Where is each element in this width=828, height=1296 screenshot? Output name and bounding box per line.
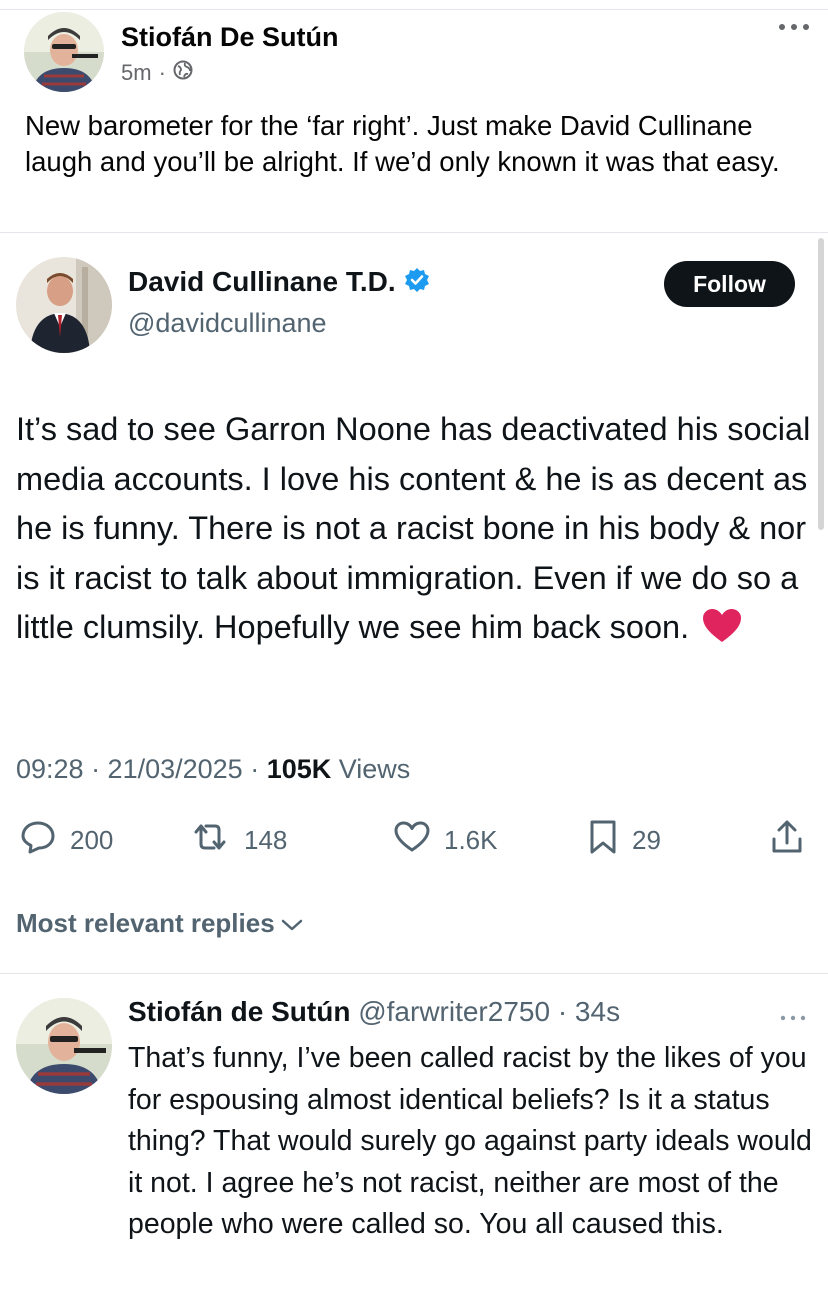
tweet-views-count: 105K — [266, 754, 332, 784]
reply-handle-time[interactable]: @farwriter2750 · 34s — [350, 996, 620, 1027]
tweet-body: It’s sad to see Garron Noone has deactiv… — [16, 411, 811, 645]
tweet-meta: 09:28 · 21/03/2025 · 105K Views — [16, 754, 410, 785]
tweet-author-handle[interactable]: @davidcullinane — [128, 308, 327, 339]
chevron-down-icon — [281, 908, 303, 939]
bookmark-button[interactable]: 29 — [588, 818, 661, 862]
reply-text: That’s funny, I’ve been called racist by… — [128, 1042, 812, 1240]
reply-count: 200 — [70, 824, 114, 855]
tweet-views-label: Views — [331, 754, 411, 784]
retweet-button[interactable]: 148 — [190, 818, 287, 862]
retweet-count: 148 — [244, 824, 288, 855]
follow-button[interactable]: Follow — [664, 261, 795, 307]
like-count: 1.6K — [444, 824, 498, 855]
reply-icon — [20, 820, 56, 861]
tweet-author-avatar[interactable] — [16, 257, 112, 353]
share-button[interactable] — [770, 818, 804, 862]
top-divider — [0, 0, 828, 10]
fb-meta-separator: · — [158, 60, 166, 85]
verified-badge-icon — [404, 267, 430, 298]
replies-sort-label: Most relevant replies — [16, 908, 275, 938]
scrollbar[interactable] — [818, 238, 824, 530]
fb-author-avatar[interactable] — [24, 12, 104, 92]
bookmark-icon — [588, 819, 618, 862]
tweet-author-row: David Cullinane T.D. — [128, 266, 430, 298]
fb-post-time[interactable]: 5m — [121, 60, 152, 86]
retweet-icon — [190, 820, 230, 861]
reply-button[interactable]: 200 — [20, 818, 113, 862]
reply-author-avatar[interactable] — [16, 998, 112, 1094]
more-options-icon[interactable] — [774, 20, 814, 34]
fb-post-text: New barometer for the ‘far right’. Just … — [25, 110, 780, 177]
fb-post-header: Stiofán De Sutún 5m · — [24, 12, 814, 92]
reply-author-name[interactable]: Stiofán de Sutún — [128, 996, 350, 1027]
reply-header: Stiofán de Sutún @farwriter2750 · 34s — [128, 996, 620, 1028]
like-button[interactable]: 1.6K — [394, 818, 498, 862]
tweet-author-name[interactable]: David Cullinane T.D. — [128, 266, 396, 298]
replies-sort-dropdown[interactable]: Most relevant replies — [16, 908, 303, 939]
fb-author-name[interactable]: Stiofán De Sutún — [121, 22, 339, 53]
fb-post-meta: 5m · — [121, 60, 193, 86]
tweet-action-bar: 200 148 1.6K 29 — [16, 818, 812, 862]
bookmark-count: 29 — [632, 824, 661, 855]
globe-icon — [173, 60, 193, 86]
reply-more-icon[interactable] — [778, 1010, 808, 1021]
heart-emoji-icon — [702, 608, 742, 659]
like-icon — [394, 821, 430, 860]
tweet-text: It’s sad to see Garron Noone has deactiv… — [16, 405, 816, 659]
share-icon — [770, 819, 804, 862]
tweet-timestamp[interactable]: 09:28 · 21/03/2025 · — [16, 754, 267, 784]
post-divider — [0, 232, 828, 233]
reply-divider — [0, 973, 828, 974]
